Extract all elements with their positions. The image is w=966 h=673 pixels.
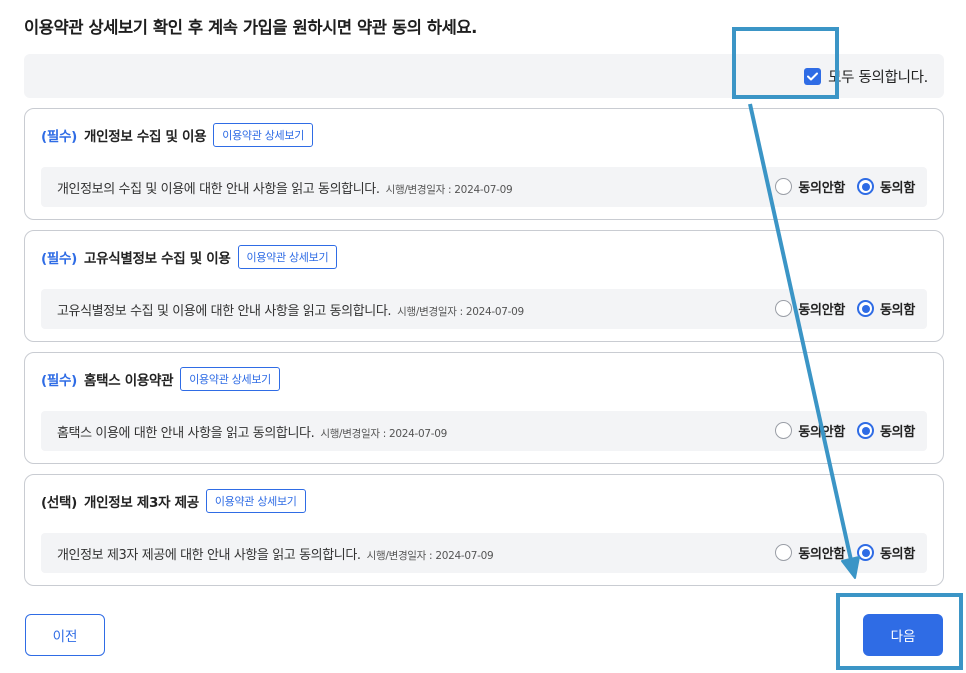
agree-all-bar: 모두 동의합니다. [24, 54, 944, 98]
agree-option[interactable]: 동의함 [857, 177, 915, 196]
term-header: (선택) 개인정보 제3자 제공 이용약관 상세보기 [41, 489, 306, 513]
agree-all-checkbox[interactable]: 모두 동의합니다. [804, 66, 928, 87]
term-row: 홈택스 이용에 대한 안내 사항을 읽고 동의합니다. 시행/변경일자 : 20… [41, 411, 927, 451]
term-header: (필수) 고유식별정보 수집 및 이용 이용약관 상세보기 [41, 245, 338, 269]
consent-radio-group: 동의안함 동의함 [775, 299, 915, 318]
term-tag: (선택) [41, 495, 77, 511]
term-description: 홈택스 이용에 대한 안내 사항을 읽고 동의합니다. 시행/변경일자 : 20… [57, 422, 447, 441]
view-detail-button[interactable]: 이용약관 상세보기 [180, 367, 280, 391]
prev-button[interactable]: 이전 [25, 614, 105, 656]
disagree-label: 동의안함 [798, 425, 846, 440]
term-description-text: 개인정보의 수집 및 이용에 대한 안내 사항을 읽고 동의합니다. [57, 182, 380, 197]
term-card-unique-id: (필수) 고유식별정보 수집 및 이용 이용약관 상세보기 고유식별정보 수집 … [24, 230, 944, 342]
disagree-radio[interactable] [775, 544, 793, 561]
term-description: 개인정보 제3자 제공에 대한 안내 사항을 읽고 동의합니다. 시행/변경일자… [57, 544, 494, 563]
term-card-third-party: (선택) 개인정보 제3자 제공 이용약관 상세보기 개인정보 제3자 제공에 … [24, 474, 944, 586]
term-header: (필수) 개인정보 수집 및 이용 이용약관 상세보기 [41, 123, 314, 147]
term-description-text: 홈택스 이용에 대한 안내 사항을 읽고 동의합니다. [57, 426, 315, 441]
term-date: 시행/변경일자 : 2024-07-09 [385, 184, 513, 196]
term-title: 고유식별정보 수집 및 이용 [83, 251, 231, 267]
disagree-label: 동의안함 [798, 181, 846, 196]
term-row: 개인정보의 수집 및 이용에 대한 안내 사항을 읽고 동의합니다. 시행/변경… [41, 167, 927, 207]
term-description: 개인정보의 수집 및 이용에 대한 안내 사항을 읽고 동의합니다. 시행/변경… [57, 178, 513, 197]
agree-label: 동의함 [880, 425, 915, 440]
term-description-text: 개인정보 제3자 제공에 대한 안내 사항을 읽고 동의합니다. [57, 548, 361, 563]
consent-radio-group: 동의안함 동의함 [775, 543, 915, 562]
term-title: 개인정보 수집 및 이용 [83, 129, 207, 145]
disagree-option[interactable]: 동의안함 [775, 543, 845, 562]
disagree-label: 동의안함 [798, 303, 846, 318]
checkbox[interactable] [804, 68, 822, 85]
term-row: 고유식별정보 수집 및 이용에 대한 안내 사항을 읽고 동의합니다. 시행/변… [41, 289, 927, 329]
term-row: 개인정보 제3자 제공에 대한 안내 사항을 읽고 동의합니다. 시행/변경일자… [41, 533, 927, 573]
agree-all-label: 모두 동의합니다. [828, 70, 928, 86]
agree-radio[interactable] [857, 422, 875, 439]
term-card-privacy-collection: (필수) 개인정보 수집 및 이용 이용약관 상세보기 개인정보의 수집 및 이… [24, 108, 944, 220]
disagree-option[interactable]: 동의안함 [775, 299, 845, 318]
disagree-radio[interactable] [775, 300, 793, 317]
agree-option[interactable]: 동의함 [857, 299, 915, 318]
consent-radio-group: 동의안함 동의함 [775, 177, 915, 196]
agree-label: 동의함 [880, 181, 915, 196]
agree-label: 동의함 [880, 547, 915, 562]
term-title: 홈택스 이용약관 [83, 373, 174, 389]
view-detail-button[interactable]: 이용약관 상세보기 [237, 245, 338, 269]
agree-option[interactable]: 동의함 [857, 421, 915, 440]
term-date: 시행/변경일자 : 2024-07-09 [397, 306, 524, 318]
agree-radio[interactable] [857, 300, 875, 317]
disagree-option[interactable]: 동의안함 [775, 177, 845, 196]
disagree-option[interactable]: 동의안함 [775, 421, 845, 440]
term-header: (필수) 홈택스 이용약관 이용약관 상세보기 [41, 367, 280, 391]
term-date: 시행/변경일자 : 2024-07-09 [320, 428, 448, 440]
term-description: 고유식별정보 수집 및 이용에 대한 안내 사항을 읽고 동의합니다. 시행/변… [57, 300, 524, 319]
view-detail-button[interactable]: 이용약관 상세보기 [213, 123, 314, 147]
term-tag: (필수) [41, 251, 77, 267]
agree-radio[interactable] [857, 544, 875, 561]
term-tag: (필수) [41, 129, 77, 145]
agree-radio[interactable] [857, 178, 875, 195]
agree-label: 동의함 [880, 303, 915, 318]
term-title: 개인정보 제3자 제공 [83, 495, 199, 511]
consent-radio-group: 동의안함 동의함 [775, 421, 915, 440]
term-description-text: 고유식별정보 수집 및 이용에 대한 안내 사항을 읽고 동의합니다. [57, 304, 392, 319]
agree-option[interactable]: 동의함 [857, 543, 915, 562]
term-card-hometax-terms: (필수) 홈택스 이용약관 이용약관 상세보기 홈택스 이용에 대한 안내 사항… [24, 352, 944, 464]
term-date: 시행/변경일자 : 2024-07-09 [366, 550, 494, 562]
disagree-radio[interactable] [775, 178, 793, 195]
page-title: 이용약관 상세보기 확인 후 계속 가입을 원하시면 약관 동의 하세요. [24, 18, 478, 37]
check-icon [807, 72, 819, 81]
disagree-label: 동의안함 [798, 547, 846, 562]
next-button[interactable]: 다음 [863, 614, 943, 656]
disagree-radio[interactable] [775, 422, 793, 439]
term-tag: (필수) [41, 373, 77, 389]
view-detail-button[interactable]: 이용약관 상세보기 [205, 489, 306, 513]
